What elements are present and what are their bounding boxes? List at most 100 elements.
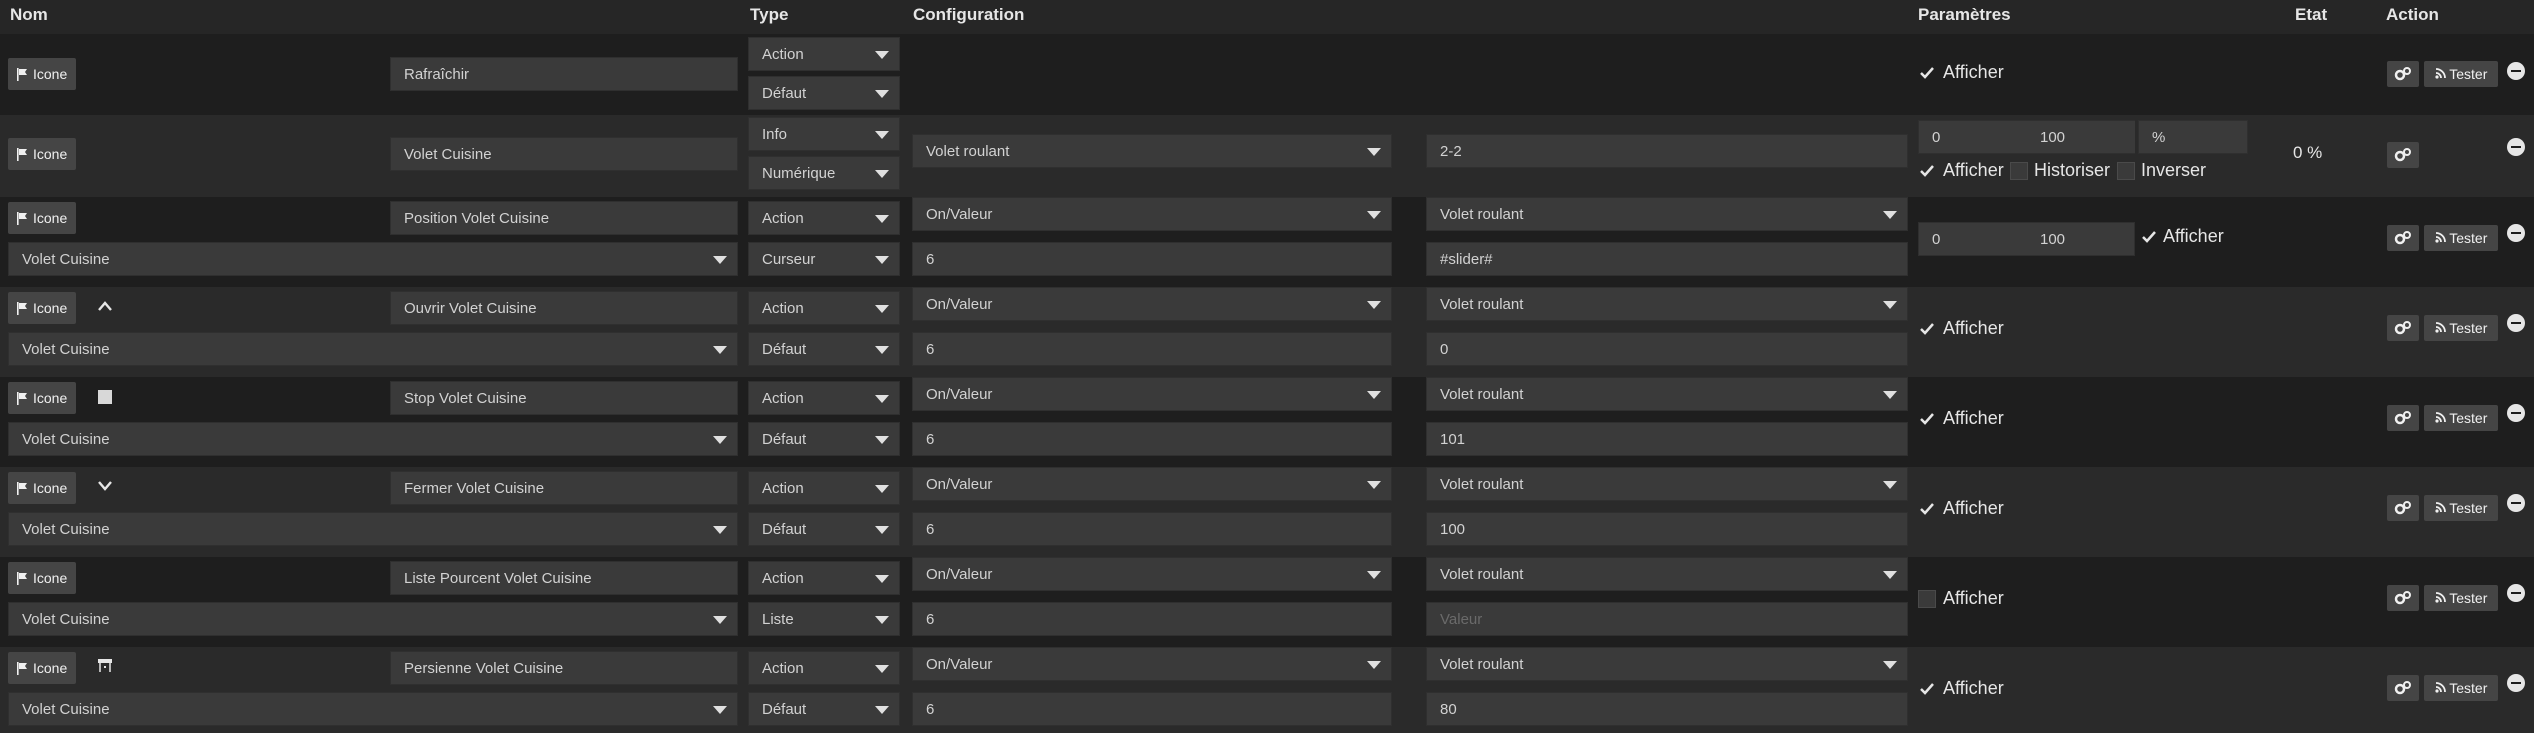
tester-button[interactable]: Tester [2424,495,2498,521]
subtype-select[interactable]: Liste [748,602,900,636]
icone-button[interactable]: Icone [8,292,77,324]
generic-type-select[interactable]: Volet roulant [1426,377,1908,411]
configure-button[interactable] [2387,585,2419,611]
type-select[interactable]: Action [748,561,900,595]
generic-type-select[interactable]: Volet roulant [1426,287,1908,321]
icone-button[interactable]: Icone [8,58,77,90]
name-input[interactable]: Position Volet Cuisine [390,201,738,235]
name-input[interactable]: Ouvrir Volet Cuisine [390,291,738,325]
afficher-checkbox[interactable] [1918,162,1936,180]
subtype-select[interactable]: Défaut [748,512,900,546]
value-input[interactable]: Valeur [1426,602,1908,636]
type-select[interactable]: Info [748,117,900,151]
name-input[interactable]: Fermer Volet Cuisine [390,471,738,505]
logical-id-input[interactable]: 6 [912,332,1392,366]
value-input[interactable]: #slider# [1426,242,1908,276]
tester-button[interactable]: Tester [2424,61,2498,87]
value-input[interactable]: 0 [1426,332,1908,366]
subtype-select[interactable]: Défaut [748,692,900,726]
subtype-select[interactable]: Défaut [748,332,900,366]
logical-id-input[interactable]: 2-2 [1426,134,1908,168]
generic-type-select[interactable]: Volet roulant [1426,197,1908,231]
remove-icon[interactable] [2507,674,2525,692]
logical-id-input[interactable]: 6 [912,602,1392,636]
generic-type-select[interactable]: Volet roulant [1426,557,1908,591]
action-mode-select[interactable]: On/Valeur [912,557,1392,591]
parent-select[interactable]: Volet Cuisine [8,242,738,276]
name-input[interactable]: Stop Volet Cuisine [390,381,738,415]
name-input[interactable]: Volet Cuisine [390,137,738,171]
parent-select[interactable]: Volet Cuisine [8,422,738,456]
logical-id-input[interactable]: 6 [912,242,1392,276]
remove-icon[interactable] [2507,404,2525,422]
icone-button[interactable]: Icone [8,382,77,414]
configure-button[interactable] [2387,225,2419,251]
type-select[interactable]: Action [748,471,900,505]
logical-id-input[interactable]: 6 [912,422,1392,456]
generic-type-select[interactable]: Volet roulant [1426,647,1908,681]
type-select[interactable]: Action [748,201,900,235]
min-input[interactable]: 0 [1918,222,2135,256]
parent-select[interactable]: Volet Cuisine [8,602,738,636]
action-mode-select[interactable]: On/Valeur [912,197,1392,231]
value-input[interactable]: 100 [1426,512,1908,546]
name-input[interactable]: Persienne Volet Cuisine [390,651,738,685]
type-select[interactable]: Action [748,381,900,415]
action-mode-select[interactable]: On/Valeur [912,377,1392,411]
icone-button[interactable]: Icone [8,652,77,684]
parent-select[interactable]: Volet Cuisine [8,332,738,366]
logical-id-input[interactable]: 6 [912,692,1392,726]
configure-button[interactable] [2387,315,2419,341]
value-input[interactable]: 80 [1426,692,1908,726]
action-mode-select[interactable]: On/Valeur [912,287,1392,321]
name-input[interactable]: Rafraîchir [390,57,738,91]
afficher-checkbox[interactable] [1918,410,1936,428]
unit-input[interactable]: % [2138,120,2248,154]
remove-icon[interactable] [2507,584,2525,602]
type-select[interactable]: Action [748,651,900,685]
subtype-select[interactable]: Numérique [748,156,900,190]
generic-type-select[interactable]: Volet roulant [1426,467,1908,501]
parent-select[interactable]: Volet Cuisine [8,692,738,726]
configure-button[interactable] [2387,495,2419,521]
subtype-select[interactable]: Curseur [748,242,900,276]
remove-icon[interactable] [2507,62,2525,80]
max-input[interactable]: 100 [2040,129,2065,146]
max-input[interactable]: 100 [2040,231,2065,248]
value-input[interactable]: 101 [1426,422,1908,456]
afficher-checkbox[interactable] [1918,680,1936,698]
subtype-select[interactable]: Défaut [748,76,900,110]
parent-select[interactable]: Volet Cuisine [8,512,738,546]
icone-button[interactable]: Icone [8,138,77,170]
type-select[interactable]: Action [748,291,900,325]
logical-id-input[interactable]: 6 [912,512,1392,546]
tester-button[interactable]: Tester [2424,315,2498,341]
afficher-checkbox[interactable] [1918,64,1936,82]
afficher-checkbox[interactable] [2140,228,2158,246]
configure-button[interactable] [2387,142,2419,168]
remove-icon[interactable] [2507,494,2525,512]
historiser-checkbox[interactable] [2010,162,2028,180]
remove-icon[interactable] [2507,138,2525,156]
afficher-checkbox[interactable] [1918,320,1936,338]
tester-button[interactable]: Tester [2424,225,2498,251]
configure-button[interactable] [2387,675,2419,701]
configure-button[interactable] [2387,405,2419,431]
remove-icon[interactable] [2507,224,2525,242]
generic-type-select[interactable]: Volet roulant [912,134,1392,168]
min-input[interactable]: 0 [1918,120,2135,154]
afficher-checkbox[interactable] [1918,590,1936,608]
subtype-select[interactable]: Défaut [748,422,900,456]
configure-button[interactable] [2387,61,2419,87]
remove-icon[interactable] [2507,314,2525,332]
inverser-checkbox[interactable] [2117,162,2135,180]
tester-button[interactable]: Tester [2424,405,2498,431]
type-select[interactable]: Action [748,37,900,71]
icone-button[interactable]: Icone [8,472,77,504]
afficher-checkbox[interactable] [1918,500,1936,518]
icone-button[interactable]: Icone [8,202,77,234]
tester-button[interactable]: Tester [2424,585,2498,611]
action-mode-select[interactable]: On/Valeur [912,647,1392,681]
tester-button[interactable]: Tester [2424,675,2498,701]
name-input[interactable]: Liste Pourcent Volet Cuisine [390,561,738,595]
